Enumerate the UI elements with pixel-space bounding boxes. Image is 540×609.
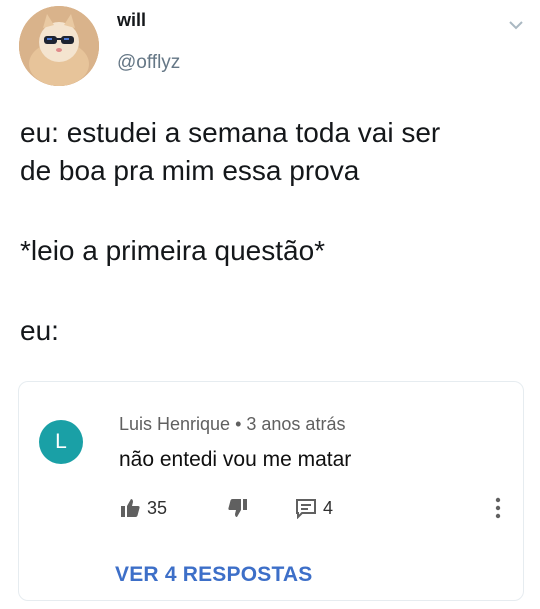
dislike-button[interactable]: [227, 494, 249, 522]
tweet-line: eu:: [20, 315, 59, 346]
thumbs-up-icon: [121, 499, 140, 517]
tweet-line: eu: estudei a semana toda vai ser: [20, 117, 441, 148]
tweet-line: de boa pra mim essa prova: [20, 155, 360, 186]
author-name[interactable]: will: [117, 10, 146, 31]
embedded-comment-card: L Luis Henrique • 3 anos atrás não entedi …: [18, 381, 524, 601]
like-count: 35: [147, 497, 168, 518]
comment-meta: Luis Henrique • 3 anos atrás: [119, 414, 345, 435]
comment-time: 3 anos atrás: [246, 414, 346, 434]
meta-separator: •: [235, 414, 242, 434]
like-button[interactable]: 35: [119, 494, 167, 522]
reply-count: 4: [323, 497, 334, 518]
cat-avatar-icon: [19, 6, 99, 86]
chevron-down-icon[interactable]: [505, 14, 527, 36]
view-replies-link[interactable]: VER 4 RESPOSTAS: [115, 563, 313, 587]
comment-icon: [296, 499, 316, 519]
reply-button[interactable]: 4: [295, 494, 333, 522]
more-options-icon[interactable]: [493, 496, 503, 520]
tweet-text: eu: estudei a semana toda vai ser de boa…: [20, 114, 525, 350]
author-handle[interactable]: @offlyz: [117, 52, 180, 74]
tweet-line: *leio a primeira questão*: [20, 235, 326, 266]
profile-avatar[interactable]: [19, 6, 99, 86]
comment-text: não entedi vou me matar: [119, 448, 352, 471]
tweet: will @offlyz eu: estudei a semana toda v…: [0, 0, 540, 609]
commenter-avatar[interactable]: L: [39, 420, 83, 464]
commenter-name[interactable]: Luis Henrique: [119, 414, 230, 434]
thumbs-down-icon: [228, 499, 247, 517]
